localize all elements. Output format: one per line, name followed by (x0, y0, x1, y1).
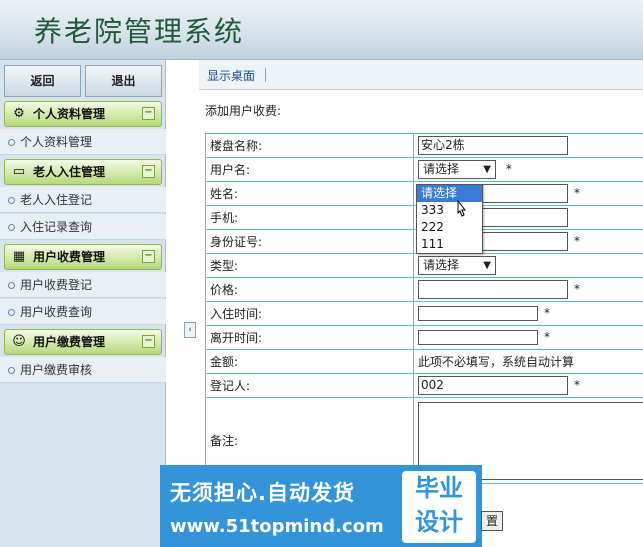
section-checkin[interactable]: ▭ 老人入住管理 − (4, 159, 162, 185)
page-title: 添加用户收费: (205, 104, 282, 118)
section-label: 用户收费管理 (33, 250, 106, 264)
sidebar-item-charge-register[interactable]: 用户收费登记 (0, 272, 166, 298)
section-payments[interactable]: ☺ 用户缴费管理 − (4, 329, 162, 355)
collapse-icon[interactable]: − (142, 335, 155, 348)
username-select[interactable]: 请选择 ▼ (418, 160, 496, 179)
sidebar-collapse-handle[interactable]: ‹ (184, 322, 196, 338)
badge-text: 毕业 (415, 474, 463, 502)
field-label: 楼盘名称: (205, 133, 414, 158)
form-row-price: 价格: * (205, 277, 643, 302)
checkout-date-input[interactable] (418, 330, 538, 345)
sidebar-item-payment-review[interactable]: 用户缴费审核 (0, 357, 166, 383)
user-icon: ☺ (12, 334, 26, 349)
form-row-amount: 金额: 此项不必填写，系统自动计算 (205, 349, 643, 374)
dropdown-option[interactable]: 请选择 (417, 185, 482, 202)
badge-text: 设计 (415, 508, 463, 536)
form-row-checkout: 离开时间: * (205, 325, 643, 350)
checkin-date-input[interactable] (418, 306, 538, 321)
field-label: 入住时间: (205, 301, 414, 326)
tab-bar: 显示桌面 (199, 60, 643, 90)
price-input[interactable] (418, 280, 568, 299)
section-label: 个人资料管理 (33, 107, 106, 121)
form-row-username: 用户名: 请选择 ▼ * (205, 157, 643, 182)
select-value: 请选择 (423, 162, 460, 176)
field-label: 价格: (205, 277, 414, 302)
sidebar-item-checkin-register[interactable]: 老人入住登记 (0, 187, 166, 213)
watermark-badge: 毕业 设计 (402, 471, 476, 543)
type-select[interactable]: 请选择 ▼ (418, 256, 496, 275)
sidebar-item-personal-info[interactable]: 个人资料管理 (0, 129, 166, 155)
form-row-type: 类型: 请选择 ▼ (205, 253, 643, 278)
section-label: 老人入住管理 (33, 165, 106, 179)
select-value: 请选择 (423, 258, 460, 272)
required-star: * (574, 378, 580, 392)
username-dropdown-list: 请选择 333 222 111 (416, 184, 483, 254)
logout-button[interactable]: 退出 (85, 65, 162, 97)
field-label: 姓名: (205, 181, 414, 206)
collapse-icon[interactable]: − (142, 250, 155, 263)
field-label: 用户名: (205, 157, 414, 182)
collapse-icon[interactable]: − (142, 107, 155, 120)
form-row-building: 楼盘名称: 安心2栋 (205, 133, 643, 158)
monitor-icon: ▭ (12, 164, 26, 179)
field-label: 登记人: (205, 373, 414, 398)
building-input[interactable]: 安心2栋 (418, 136, 568, 155)
collapse-icon[interactable]: − (142, 165, 155, 178)
dropdown-option[interactable]: 222 (417, 219, 482, 236)
sidebar-item-charge-query[interactable]: 用户收费查询 (0, 299, 166, 325)
app-title: 养老院管理系统 (34, 15, 245, 48)
section-personal-info[interactable]: ⚙ 个人资料管理 − (4, 101, 162, 127)
field-cell: 002 * (413, 373, 643, 398)
watermark-text: 无须担心.自动发货 (170, 481, 355, 505)
calendar-icon: ▦ (12, 249, 26, 264)
sidebar-top-buttons: 返回 退出 (4, 65, 162, 97)
section-charges[interactable]: ▦ 用户收费管理 − (4, 244, 162, 270)
dropdown-option[interactable]: 111 (417, 236, 482, 253)
required-star: * (544, 330, 550, 344)
watermark-url: www.51topmind.com (170, 516, 384, 537)
chevron-down-icon: ▼ (483, 164, 491, 175)
section-label: 用户缴费管理 (33, 335, 106, 349)
mouse-pointer-icon (457, 200, 467, 217)
tab-divider (265, 68, 266, 82)
field-label: 离开时间: (205, 325, 414, 350)
field-cell: 请选择 ▼ (413, 253, 643, 278)
gear-icon: ⚙ (13, 106, 25, 121)
required-star: * (505, 162, 512, 176)
required-star: * (574, 282, 580, 296)
sidebar-item-checkin-query[interactable]: 入住记录查询 (0, 214, 166, 240)
amount-note: 此项不必填写，系统自动计算 (413, 349, 643, 374)
field-cell: 请选择 ▼ * (413, 157, 643, 182)
chevron-down-icon: ▼ (483, 260, 491, 271)
field-label: 身份证号: (205, 229, 414, 254)
form-row-registrar: 登记人: 002 * (205, 373, 643, 398)
sidebar: 返回 退出 ⚙ 个人资料管理 − 个人资料管理 ▭ 老人入住管理 − 老人入住登… (0, 60, 166, 547)
required-star: * (544, 306, 550, 320)
field-cell: * (413, 301, 643, 326)
registrar-input[interactable]: 002 (418, 376, 568, 395)
field-label: 金额: (205, 349, 414, 374)
app-header: 养老院管理系统 (0, 0, 643, 60)
field-label: 类型: (205, 253, 414, 278)
back-button[interactable]: 返回 (4, 65, 81, 97)
tab-home[interactable]: 显示桌面 (207, 67, 255, 84)
form-row-checkin: 入住时间: * (205, 301, 643, 326)
reset-button[interactable]: 置 (481, 511, 503, 531)
watermark-banner: 无须担心.自动发货 www.51topmind.com 毕业 设计 (160, 465, 482, 547)
required-star: * (574, 234, 580, 248)
field-cell: * (413, 277, 643, 302)
field-cell: * (413, 325, 643, 350)
dropdown-option[interactable]: 333 (417, 202, 482, 219)
field-cell: 安心2栋 (413, 133, 643, 158)
required-star: * (574, 186, 580, 200)
field-label: 手机: (205, 205, 414, 230)
